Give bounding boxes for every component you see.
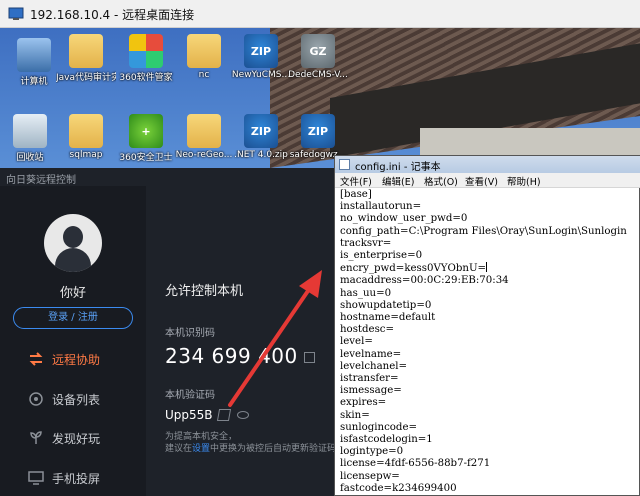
- rdp-window-title: 192.168.10.4 - 远程桌面连接: [30, 8, 195, 22]
- verification-code-value: Upp55B: [165, 408, 213, 422]
- nav-item-remote-assist[interactable]: 远程协助: [28, 348, 138, 370]
- nav-item-label: 发现好玩: [52, 431, 101, 446]
- notepad-line: has_uu=0: [340, 287, 392, 299]
- login-register-button[interactable]: 登录 / 注册: [13, 307, 133, 329]
- notepad-line: config_path=C:\Program Files\Oray\SunLog…: [340, 225, 627, 237]
- folder-icon: [187, 34, 221, 68]
- folder-icon: [69, 114, 103, 148]
- notepad-line: installautorun=: [340, 201, 422, 213]
- desktop-icon-newyucms-zip[interactable]: ZIP NewYuCMS...: [231, 34, 291, 80]
- greeting: 你好: [59, 286, 86, 301]
- notepad-menu-bar: 文件(F) 编辑(E) 格式(O) 查看(V) 帮助(H): [335, 173, 640, 188]
- sunlogin-main-panel: 允许控制本机 本机识别码 234 699 400 本机验证码 Upp55B 为提…: [146, 186, 337, 496]
- notepad-line: licensepw=: [340, 470, 400, 482]
- desktop-icon-dedecms-gz[interactable]: GZ DedeCMS-V...: [288, 34, 348, 80]
- notepad-line: istransfer=: [340, 373, 399, 385]
- notepad-line: [base]: [340, 189, 372, 200]
- zip-icon: ZIP: [301, 114, 335, 148]
- device-id-label: 本机识别码: [165, 328, 215, 339]
- folder-icon: [187, 114, 221, 148]
- notepad-line: expires=: [340, 397, 387, 409]
- swap-arrows-icon: [29, 352, 43, 366]
- edit-icon[interactable]: [216, 409, 232, 421]
- device-id-value: 234 699 400: [165, 344, 298, 368]
- notepad-line: logintype=0: [340, 446, 404, 458]
- desktop-icon-java-folder[interactable]: Java代码审计实战: [56, 34, 116, 83]
- notepad-line: skin=: [340, 409, 370, 421]
- notepad-icon: [339, 159, 350, 170]
- shield-plus-icon: +: [129, 114, 163, 148]
- notepad-line: ismessage=: [340, 385, 402, 397]
- rdp-title-bar: 192.168.10.4 - 远程桌面连接: [0, 0, 640, 28]
- notepad-line: isfastcodelogin=1: [340, 434, 433, 446]
- sunlogin-window: 向日葵远程控制 你好 登录 / 注册 远程协助 设备列表 发现好玩 手机投屏 允…: [0, 168, 337, 496]
- menu-help[interactable]: 帮助(H): [507, 174, 541, 188]
- zip-icon: ZIP: [244, 114, 278, 148]
- desktop-icon-safedog-zip[interactable]: ZIP safedogwz...: [288, 114, 348, 160]
- zip-icon: ZIP: [244, 34, 278, 68]
- nav-item-device-list[interactable]: 设备列表: [28, 388, 138, 410]
- desktop-icon-sqlmap-folder[interactable]: sqlmap: [56, 114, 116, 160]
- notepad-title-bar: config.ini - 记事本: [335, 156, 640, 173]
- sunlogin-window-title: 向日葵远程控制: [6, 175, 76, 186]
- notepad-line: is_enterprise=0: [340, 250, 423, 262]
- notepad-window: config.ini - 记事本 文件(F) 编辑(E) 格式(O) 查看(V)…: [334, 155, 640, 496]
- menu-format[interactable]: 格式(O): [424, 174, 458, 188]
- notepad-line: tracksvr=: [340, 237, 392, 249]
- nav-item-label: 手机投屏: [52, 471, 101, 486]
- notepad-line: sunlogincode=: [340, 421, 418, 433]
- avatar-head: [63, 226, 83, 248]
- flower-icon: [129, 34, 163, 68]
- remote-desktop-icon: [8, 7, 24, 20]
- gz-icon: GZ: [301, 34, 335, 68]
- notepad-line: levelname=: [340, 348, 402, 360]
- notepad-line: hostname=default: [340, 312, 436, 324]
- computer-icon: [17, 38, 51, 72]
- verification-code-label: 本机验证码: [165, 390, 215, 401]
- allow-control-title: 允许控制本机: [165, 284, 244, 299]
- notepad-line: no_window_user_pwd=0: [340, 213, 468, 225]
- security-note-line2: 建议在设置中更换为被控后自动更新验证码: [165, 444, 337, 454]
- desktop-icon-computer[interactable]: 计算机: [4, 38, 64, 87]
- desktop-icon-nc-folder[interactable]: nc: [174, 34, 234, 80]
- notepad-title: config.ini - 记事本: [355, 162, 441, 173]
- nav-item-label: 远程协助: [52, 352, 101, 367]
- eye-icon[interactable]: [237, 411, 249, 419]
- recycle-bin-icon: [13, 114, 47, 148]
- device-icon: [29, 392, 43, 406]
- desktop-icon-recycle-bin[interactable]: 回收站: [0, 114, 60, 163]
- menu-file[interactable]: 文件(F): [340, 174, 372, 188]
- notepad-line: fastcode=k234699400: [340, 482, 457, 494]
- nav-item-label: 设备列表: [52, 392, 101, 407]
- notepad-line: level=: [340, 336, 373, 348]
- notepad-line: levelchanel=: [340, 360, 408, 372]
- desktop-icon-360-safe[interactable]: + 360安全卫士: [116, 114, 176, 163]
- sunlogin-sidebar: 你好 登录 / 注册 远程协助 设备列表 发现好玩 手机投屏: [0, 186, 146, 496]
- nav-item-discover[interactable]: 发现好玩: [28, 427, 138, 449]
- desktop-icon-net40-zip[interactable]: ZIP .NET 4.0.zip: [231, 114, 291, 160]
- copy-icon[interactable]: [304, 352, 315, 363]
- avatar[interactable]: [44, 214, 102, 272]
- menu-view[interactable]: 查看(V): [465, 174, 498, 188]
- notepad-text-area[interactable]: [base] installautorun= no_window_user_pwd=…: [340, 189, 640, 496]
- plant-icon: [30, 431, 42, 444]
- screen-cast-icon: [28, 471, 44, 485]
- folder-icon: [69, 34, 103, 68]
- avatar-body: [55, 248, 91, 272]
- notepad-line: hostdesc=: [340, 324, 395, 336]
- desktop-icon-360-manager[interactable]: 360软件管家: [116, 34, 176, 83]
- notepad-line: encry_pwd=kess0VYObnU=: [340, 262, 488, 275]
- settings-link[interactable]: 设置: [192, 444, 210, 454]
- desktop-icon-neo-regeorg-folder[interactable]: Neo-reGeo...: [174, 114, 234, 160]
- nav-item-screen-cast[interactable]: 手机投屏: [28, 467, 138, 489]
- notepad-line: license=4fdf-6556-88b7-f271: [340, 458, 491, 470]
- text-caret: [486, 262, 488, 273]
- notepad-line: macaddress=00:0C:29:EB:70:34: [340, 275, 509, 287]
- notepad-line: showupdatetip=0: [340, 299, 432, 311]
- menu-edit[interactable]: 编辑(E): [382, 174, 414, 188]
